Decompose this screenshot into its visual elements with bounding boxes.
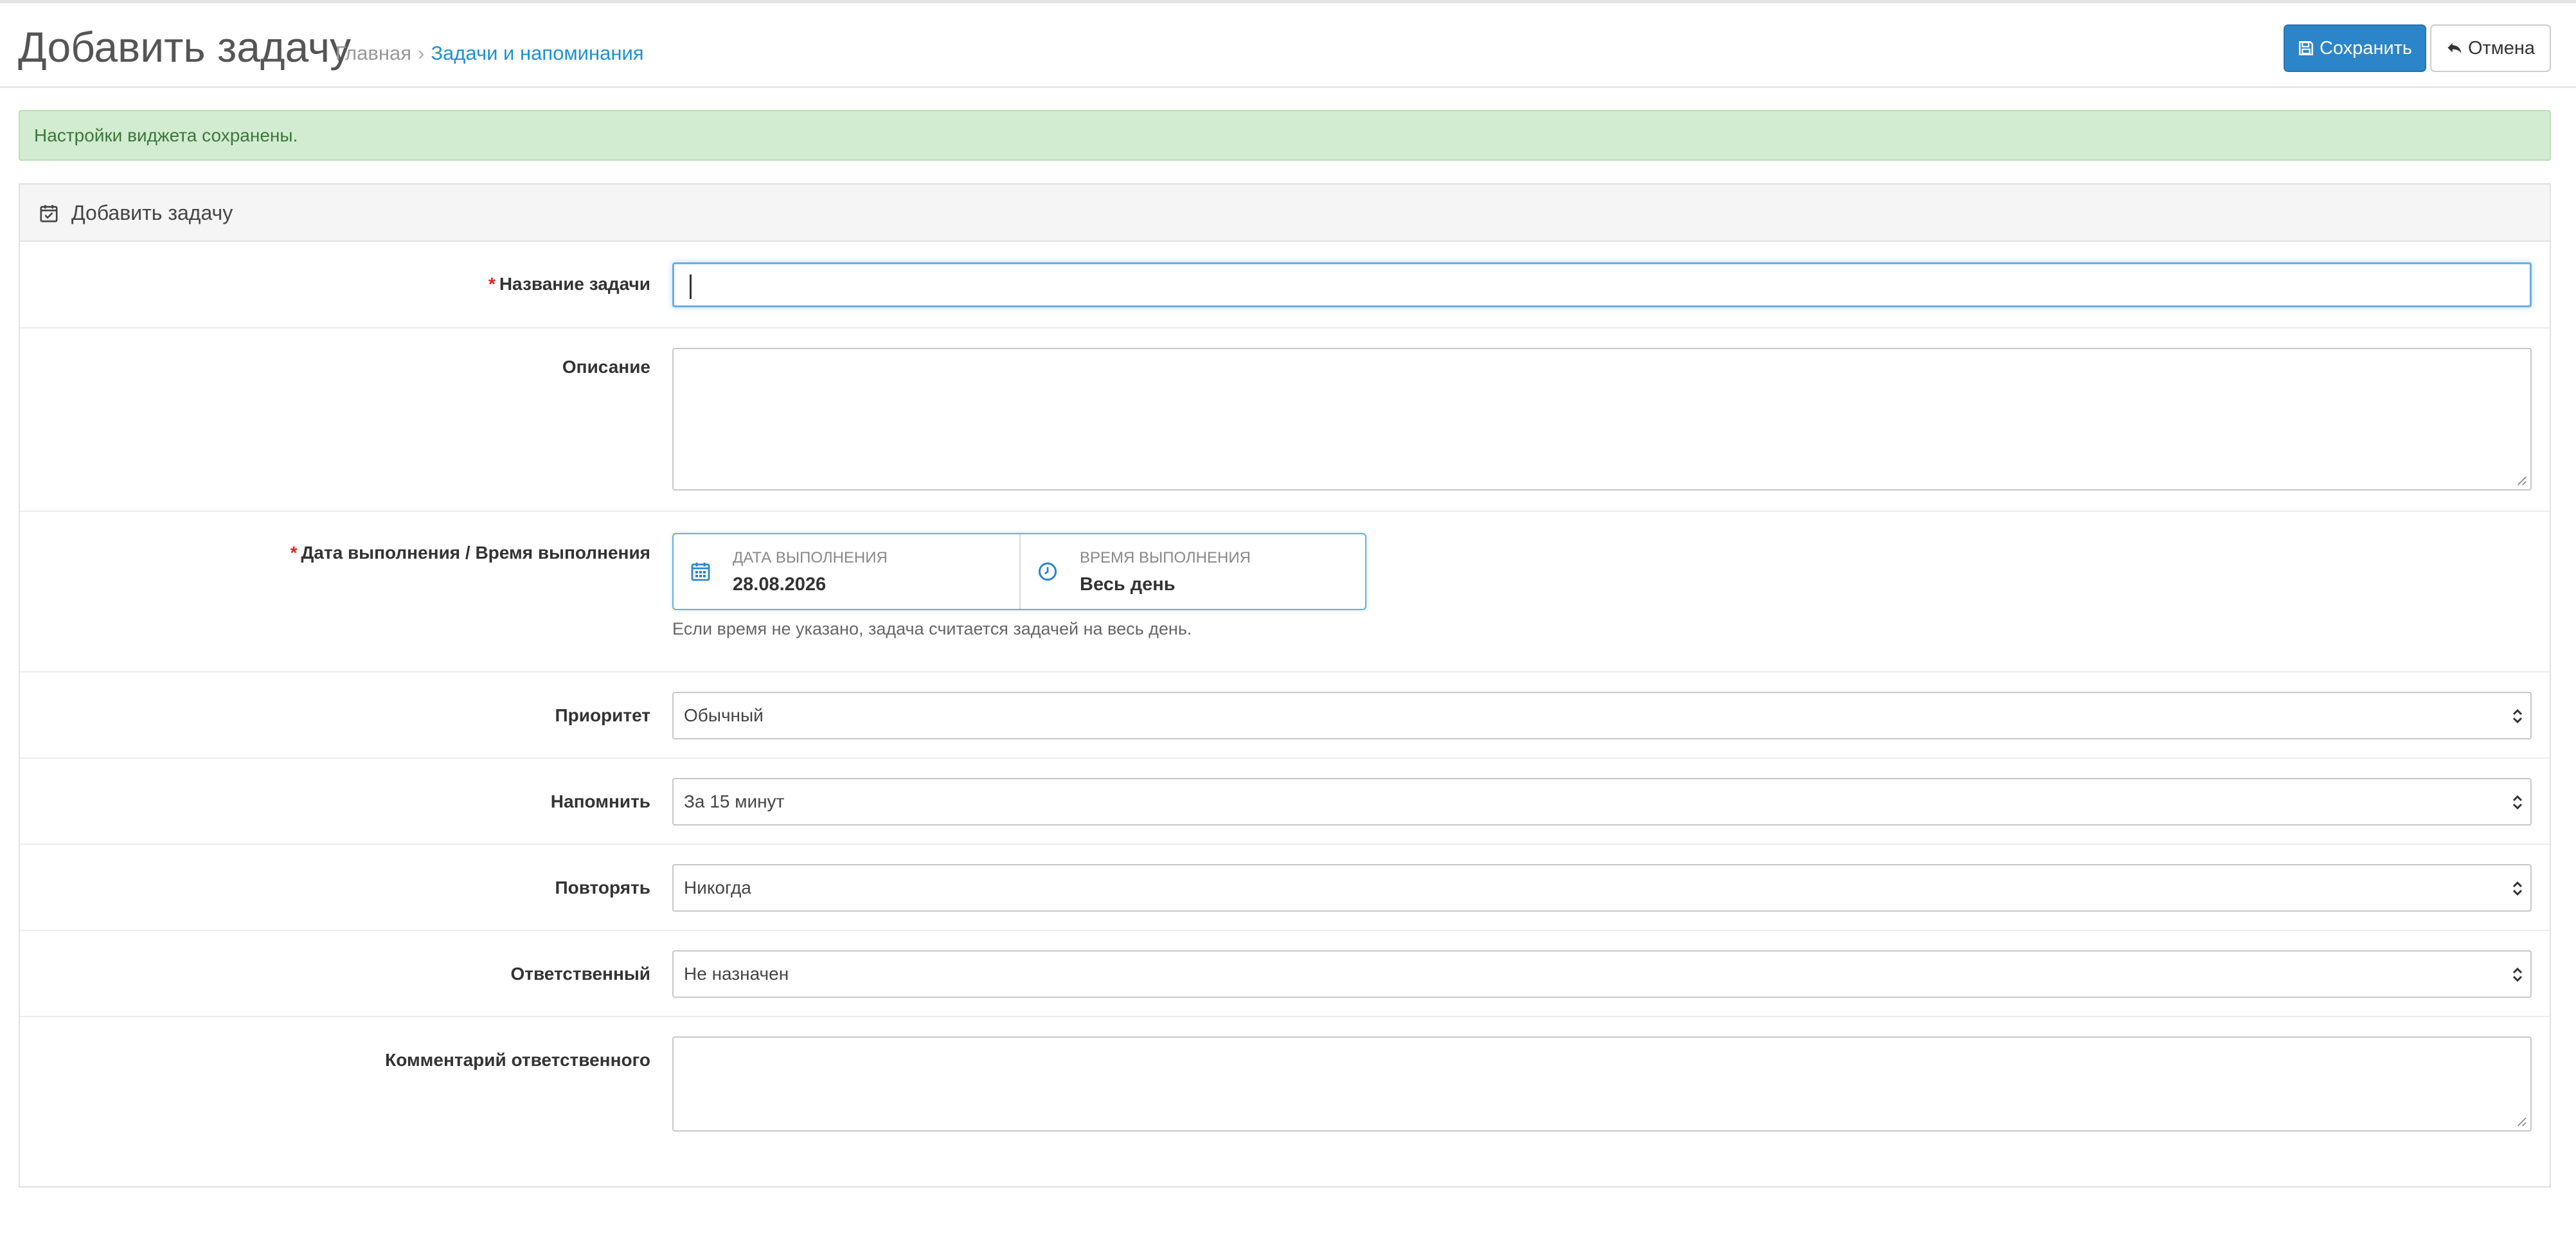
text-caret — [690, 275, 692, 299]
form-row-assignee: Ответственный Не назначен — [20, 931, 2550, 1017]
task-name-label-text: Название задачи — [499, 274, 650, 294]
due-time-caption: ВРЕМЯ ВЫПОЛНЕНИЯ — [1080, 549, 1251, 566]
save-icon — [2298, 41, 2313, 56]
description-textarea[interactable] — [672, 348, 2532, 491]
select-arrows-icon — [2512, 881, 2523, 896]
resize-grip-icon[interactable] — [2516, 1115, 2527, 1127]
select-arrows-icon — [2512, 709, 2523, 724]
reply-icon — [2447, 42, 2462, 54]
assignee-comment-label: Комментарий ответственного — [385, 1050, 650, 1070]
form-row-remind: Напомнить За 15 минут — [20, 759, 2550, 845]
due-label: * Дата выполнения / Время выполнения — [290, 541, 650, 564]
task-name-label: * Название задачи — [488, 273, 650, 296]
form-row-description: Описание — [20, 329, 2550, 512]
breadcrumb-home[interactable]: Главная — [335, 42, 411, 64]
resize-grip-icon[interactable] — [2516, 474, 2527, 486]
remind-label: Напомнить — [550, 791, 650, 811]
remind-value: За 15 минут — [684, 791, 785, 811]
repeat-select[interactable]: Никогда — [672, 864, 2532, 912]
required-marker: * — [290, 543, 298, 563]
assignee-label: Ответственный — [510, 964, 650, 984]
breadcrumb-tasks[interactable]: Задачи и напоминания — [431, 42, 643, 64]
assignee-comment-textarea[interactable] — [672, 1036, 2532, 1132]
page-title: Добавить задачу — [18, 23, 352, 71]
assignee-select[interactable]: Не назначен — [672, 950, 2532, 998]
calendar-icon — [691, 563, 710, 581]
page-header: Добавить задачу Главная › Задачи и напомин… — [0, 3, 2576, 88]
due-date-caption: ДАТА ВЫПОЛНЕНИЯ — [733, 549, 888, 566]
form-row-assignee-comment: Комментарий ответственного — [20, 1017, 2550, 1187]
form-row-priority: Приоритет Обычный — [20, 673, 2550, 759]
due-datetime-picker: ДАТА ВЫПОЛНЕНИЯ 28.08.2026 ВРЕМЯ ВЫПОЛНЕ… — [672, 533, 1366, 610]
cancel-button-label: Отмена — [2467, 38, 2536, 59]
priority-value: Обычный — [684, 705, 764, 725]
breadcrumb-separator: › — [418, 42, 425, 64]
due-time-field[interactable]: ВРЕМЯ ВЫПОЛНЕНИЯ Весь день — [1021, 534, 1365, 609]
form-row-repeat: Повторять Никогда — [20, 845, 2550, 931]
assignee-value: Не назначен — [684, 964, 789, 984]
calendar-check-icon — [40, 204, 58, 222]
cancel-button[interactable]: Отмена — [2430, 24, 2551, 72]
save-button-label: Сохранить — [2319, 38, 2413, 59]
select-arrows-icon — [2512, 795, 2523, 810]
priority-label: Приоритет — [555, 705, 651, 725]
repeat-label: Повторять — [555, 878, 650, 898]
clock-icon — [1038, 562, 1057, 581]
description-label: Описание — [562, 357, 650, 377]
panel-heading: Добавить задачу — [20, 185, 2550, 242]
select-arrows-icon — [2512, 967, 2523, 982]
success-alert: Настройки виджета сохранены. — [19, 110, 2551, 161]
due-date-value: 28.08.2026 — [733, 574, 827, 595]
save-button[interactable]: Сохранить — [2284, 24, 2426, 72]
remind-select[interactable]: За 15 минут — [672, 778, 2532, 826]
panel-title: Добавить задачу — [71, 201, 233, 224]
priority-select[interactable]: Обычный — [672, 692, 2532, 739]
task-name-input[interactable] — [672, 262, 2532, 307]
due-label-text: Дата выполнения / Время выполнения — [301, 543, 650, 563]
required-marker: * — [488, 274, 496, 294]
repeat-value: Никогда — [684, 878, 751, 898]
add-task-panel: Добавить задачу * Название задачи Описани… — [19, 183, 2551, 1187]
due-help-text: Если время не указано, задача считается … — [672, 619, 1192, 638]
form-row-due: * Дата выполнения / Время выполнения ДАТА… — [20, 512, 2550, 673]
due-date-field[interactable]: ДАТА ВЫПОЛНЕНИЯ 28.08.2026 — [674, 534, 1021, 609]
breadcrumb: Главная › Задачи и напоминания — [335, 41, 644, 66]
form-row-task-name: * Название задачи — [20, 242, 2550, 329]
due-time-value: Весь день — [1080, 574, 1176, 595]
